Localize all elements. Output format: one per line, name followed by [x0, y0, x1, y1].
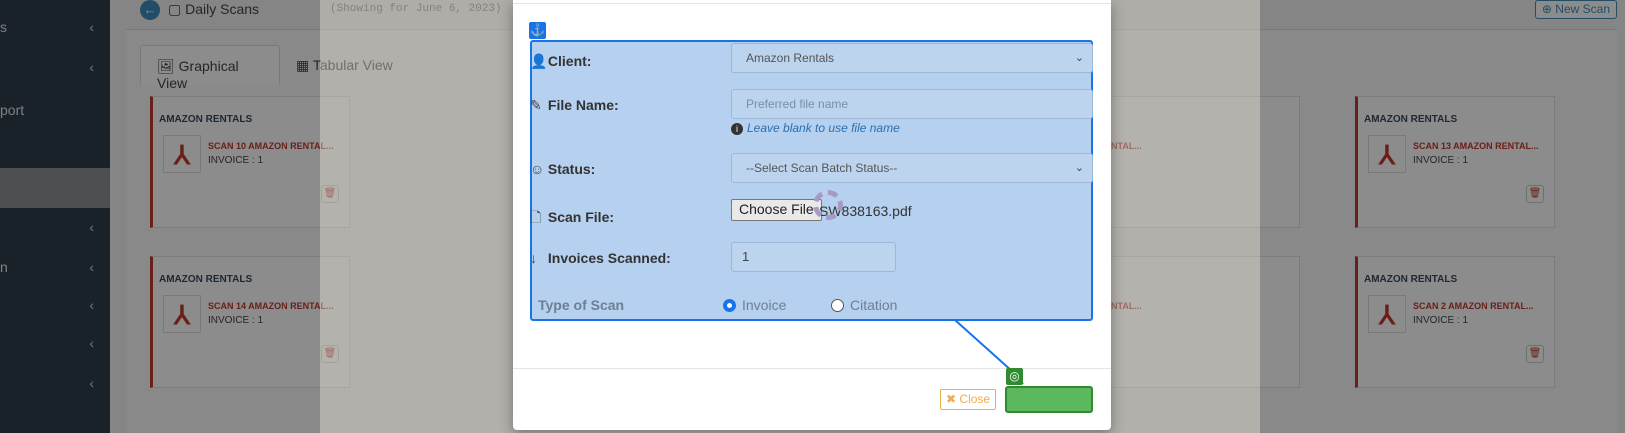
radio-citation-label: Citation: [850, 297, 898, 313]
file-pdf-icon: 🗋: [530, 209, 542, 225]
invoices-scanned-label-text: Invoices Scanned:: [547, 250, 671, 266]
scan-file-label: 🗋 Scan File:: [530, 207, 614, 231]
info-icon: i: [731, 123, 743, 135]
smile-icon: ☺: [530, 161, 545, 177]
choose-file-button[interactable]: Choose File: [731, 199, 822, 221]
radio-checked-icon: [723, 299, 736, 312]
loading-spinner-icon: [813, 190, 843, 220]
save-button[interactable]: [1005, 386, 1093, 413]
client-select[interactable]: Amazon Rentals ⌄: [731, 43, 1093, 73]
close-button[interactable]: ✖ Close: [940, 389, 997, 410]
status-label: ☺ Status:: [530, 161, 595, 177]
file-name-input[interactable]: Preferred file name: [731, 89, 1093, 119]
user-icon: 👤: [530, 53, 548, 69]
radio-unchecked-icon: [831, 299, 844, 312]
close-button-label: Close: [959, 392, 991, 406]
status-select-value: --Select Scan Batch Status--: [746, 161, 898, 175]
client-label-text: Client:: [547, 53, 592, 69]
status-label-text: Status:: [547, 161, 596, 177]
target-icon: ◎: [1006, 368, 1023, 385]
invoices-scanned-label: ↓ Invoices Scanned:: [530, 250, 671, 266]
client-label: 👤 Client:: [530, 53, 591, 70]
client-select-value: Amazon Rentals: [746, 51, 835, 65]
close-icon: ✖: [946, 392, 957, 406]
file-name-placeholder: Preferred file name: [746, 97, 849, 111]
connector-line: [954, 320, 1024, 385]
type-of-scan-label: Type of Scan: [538, 297, 625, 313]
scan-file-label-text: Scan File:: [547, 209, 615, 225]
chevron-down-icon: ⌄: [1074, 52, 1084, 64]
file-name-label: ✎ File Name:: [530, 97, 619, 114]
scan-upload-modal: ⚓ 👤 Client: Amazon Rentals ⌄ ✎ File Name:…: [513, 0, 1111, 430]
modal-header: [513, 0, 1111, 4]
radio-citation[interactable]: Citation: [831, 297, 897, 313]
file-name-label-text: File Name:: [547, 97, 619, 113]
invoices-scanned-input[interactable]: 1: [731, 242, 896, 272]
file-name-hint-text: Leave blank to use file name: [747, 121, 900, 135]
radio-invoice[interactable]: Invoice: [723, 297, 786, 313]
pencil-icon: ✎: [530, 97, 542, 113]
anchor-icon: ⚓: [529, 22, 546, 39]
radio-invoice-label: Invoice: [742, 297, 787, 313]
file-name-hint: i Leave blank to use file name: [731, 121, 900, 135]
status-select[interactable]: --Select Scan Batch Status-- ⌄: [731, 153, 1093, 183]
sort-numeric-icon: ↓: [530, 250, 537, 266]
chevron-down-icon: ⌄: [1074, 162, 1084, 174]
